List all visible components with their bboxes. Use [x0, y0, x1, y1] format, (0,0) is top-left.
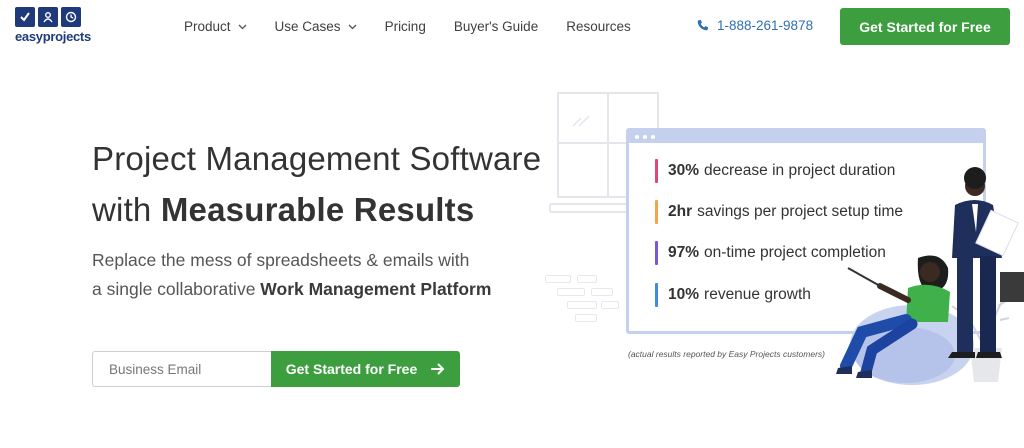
people-illustration [836, 167, 1024, 385]
